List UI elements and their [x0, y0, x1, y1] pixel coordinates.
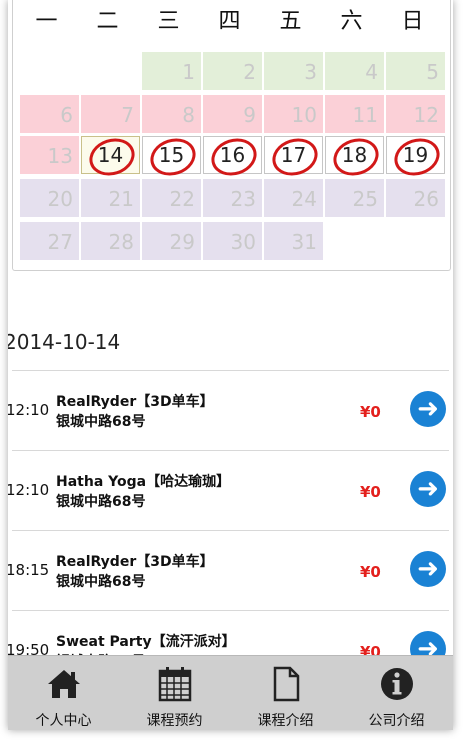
arrow-right-icon[interactable]: ➜ — [410, 551, 446, 587]
calendar-day-number: 12 — [413, 103, 439, 127]
calendar-day-number: 30 — [230, 230, 256, 254]
document-icon — [273, 666, 299, 702]
class-list-item[interactable]: 18:15 RealRyder【3D单车】 银城中路68号 ¥0 ➜ — [8, 531, 453, 611]
calendar-day-number: 4 — [365, 60, 378, 84]
class-time: 18:15 — [8, 561, 50, 579]
class-price: ¥0 — [360, 403, 381, 421]
calendar-day[interactable]: 29 — [142, 222, 201, 260]
arrow-right-icon[interactable]: ➜ — [410, 391, 446, 427]
calendar-day[interactable]: 22 — [142, 179, 201, 217]
calendar-day[interactable]: 28 — [81, 222, 140, 260]
tab-label: 公司介绍 — [368, 713, 425, 729]
tab-label: 课程预约 — [146, 713, 203, 729]
calendar-day-number: 13 — [47, 144, 73, 168]
calendar-day[interactable]: 21 — [81, 179, 140, 217]
calendar-day-number: 7 — [121, 103, 134, 127]
calendar-day[interactable]: 24 — [264, 179, 323, 217]
calendar-day-number: 16 — [219, 143, 246, 167]
calendar-day-number: 9 — [243, 103, 256, 127]
calendar-day-number: 15 — [158, 143, 185, 167]
calendar-day[interactable]: 19 — [386, 132, 445, 182]
class-name: RealRyder【3D单车】 — [56, 394, 214, 410]
calendar-day[interactable]: 25 — [325, 179, 384, 217]
home-icon — [47, 670, 80, 698]
calendar-day-number: 27 — [47, 230, 73, 254]
calendar-day-number: 22 — [169, 187, 195, 211]
class-name: RealRyder【3D单车】 — [56, 554, 214, 570]
calendar-day-number: 23 — [230, 187, 256, 211]
bottom-tab-bar: 个人中心 课程预约 课程介绍 公司介绍 — [8, 655, 453, 730]
class-name: Hatha Yoga【哈达瑜珈】 — [56, 474, 231, 490]
calendar-day-number: 2 — [243, 60, 256, 84]
calendar-day[interactable]: 8 — [142, 95, 201, 133]
class-list-item[interactable]: 12:10 Hatha Yoga【哈达瑜珈】 银城中路68号 ¥0 ➜ — [8, 451, 453, 531]
tab-course-booking[interactable]: 课程预约 — [119, 656, 230, 730]
calendar-day-number: 11 — [352, 103, 378, 127]
tab-course-intro[interactable]: 课程介绍 — [230, 656, 341, 730]
tab-label: 课程介绍 — [257, 713, 314, 729]
calendar-day-number: 25 — [352, 187, 378, 211]
calendar-day[interactable]: 2 — [203, 52, 262, 90]
calendar-day-number: 10 — [291, 103, 317, 127]
class-address: 银城中路68号 — [56, 494, 146, 510]
class-time: 12:10 — [8, 401, 50, 419]
calendar-day[interactable]: 7 — [81, 95, 140, 133]
calendar-day-number: 8 — [182, 103, 195, 127]
class-address: 银城中路68号 — [56, 414, 146, 430]
tab-personal-center[interactable]: 个人中心 — [8, 656, 119, 730]
calendar-day[interactable]: 9 — [203, 95, 262, 133]
calendar-day[interactable]: 13 — [20, 136, 79, 174]
calendar-day[interactable]: 18 — [325, 132, 384, 182]
class-price: ¥0 — [360, 483, 381, 501]
calendar-day[interactable]: 5 — [386, 52, 445, 90]
calendar-day[interactable]: 14 — [81, 132, 140, 182]
class-price: ¥0 — [360, 563, 381, 581]
calendar-day[interactable]: 11 — [325, 95, 384, 133]
calendar-day-number: 19 — [402, 143, 429, 167]
tab-company-intro[interactable]: 公司介绍 — [341, 656, 452, 730]
app-frame: 一 二 三 四 五 六 日 1 2 3 4 5 6 7 8 9 10 11 12 13 14 15 16 17 1… — [8, 0, 453, 730]
calendar-day[interactable]: 27 — [20, 222, 79, 260]
calendar-day[interactable]: 1 — [142, 52, 201, 90]
selected-date-title: 2014-10-14 — [8, 330, 121, 354]
class-time: 12:10 — [8, 481, 50, 499]
calendar-day-number: 31 — [291, 230, 317, 254]
calendar-day-number: 6 — [60, 103, 73, 127]
calendar-day[interactable]: 23 — [203, 179, 262, 217]
calendar-day[interactable]: 15 — [142, 132, 201, 182]
calendar-icon — [158, 667, 191, 702]
calendar-day-number: 26 — [413, 187, 439, 211]
class-name: Sweat Party【流汗派对】 — [56, 634, 236, 650]
calendar-day-number: 5 — [426, 60, 439, 84]
calendar-day[interactable]: 20 — [20, 179, 79, 217]
calendar-day[interactable]: 12 — [386, 95, 445, 133]
calendar-day[interactable]: 16 — [203, 132, 262, 182]
calendar-day-number: 29 — [169, 230, 195, 254]
calendar-day-number: 17 — [280, 143, 307, 167]
tab-label: 个人中心 — [35, 713, 92, 729]
class-address: 银城中路68号 — [56, 574, 146, 590]
calendar-day[interactable]: 30 — [203, 222, 262, 260]
arrow-right-icon[interactable]: ➜ — [410, 471, 446, 507]
calendar-day-number: 21 — [108, 187, 134, 211]
calendar-day[interactable]: 26 — [386, 179, 445, 217]
info-icon — [380, 668, 413, 700]
calendar-day-number: 28 — [108, 230, 134, 254]
calendar-grid: 1 2 3 4 5 6 7 8 9 10 11 12 13 14 15 16 17 18 19 20 21 22 23 24 2… — [13, 0, 450, 270]
calendar-day[interactable]: 17 — [264, 132, 323, 182]
calendar: 一 二 三 四 五 六 日 1 2 3 4 5 6 7 8 9 10 11 12 13 14 15 16 17 1… — [12, 0, 451, 271]
calendar-day[interactable]: 4 — [325, 52, 384, 90]
calendar-day[interactable]: 31 — [264, 222, 323, 260]
calendar-day-number: 1 — [182, 60, 195, 84]
calendar-day[interactable]: 10 — [264, 95, 323, 133]
calendar-day-number: 20 — [47, 187, 73, 211]
calendar-day-number: 14 — [97, 143, 124, 167]
calendar-day[interactable]: 6 — [20, 95, 79, 133]
class-list-item[interactable]: 12:10 RealRyder【3D单车】 银城中路68号 ¥0 ➜ — [8, 371, 453, 451]
calendar-day-number: 24 — [291, 187, 317, 211]
calendar-day-number: 3 — [304, 60, 317, 84]
calendar-day[interactable]: 3 — [264, 52, 323, 90]
calendar-day-number: 18 — [341, 143, 368, 167]
